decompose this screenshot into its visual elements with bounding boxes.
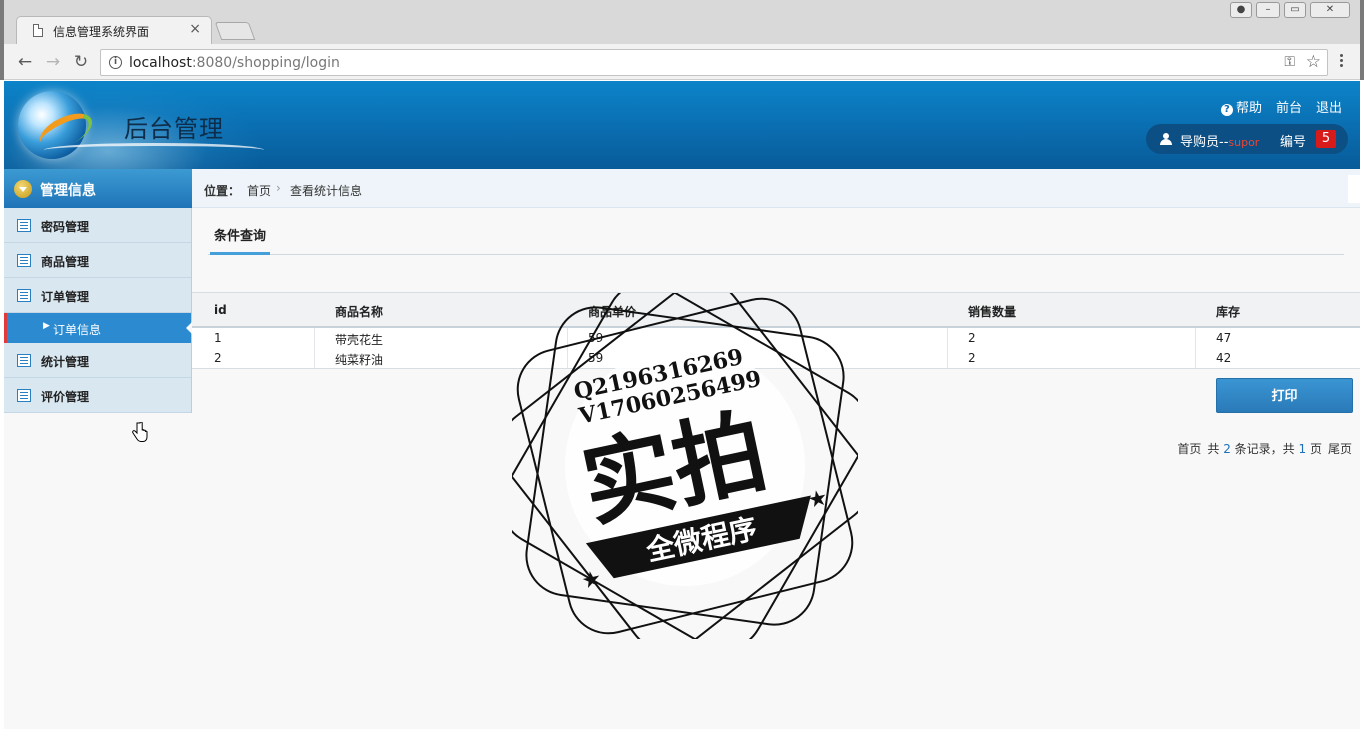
table-cell: 59: [588, 351, 604, 365]
tab-close-icon[interactable]: ×: [189, 21, 201, 37]
sidebar-item-orders[interactable]: 订单管理: [4, 278, 191, 313]
browser-menu-icon[interactable]: [1340, 52, 1346, 69]
sidebar-heading[interactable]: 管理信息: [4, 169, 192, 208]
tab-bar: 条件查询: [208, 227, 1344, 255]
column-header[interactable]: id: [214, 303, 227, 317]
list-icon: [17, 254, 31, 267]
browser-tab[interactable]: 信息管理系统界面 ×: [16, 16, 212, 44]
table-cell: 带壳花生: [335, 333, 384, 347]
user-info: 导购员--supor 编号 5: [1146, 124, 1348, 154]
table-cell: 纯菜籽油: [335, 353, 384, 367]
username: supor: [1228, 136, 1260, 149]
table-cell: 2: [214, 351, 222, 365]
last-page-link[interactable]: 尾页: [1328, 440, 1352, 457]
bookmark-star-icon[interactable]: ☆: [1306, 52, 1321, 72]
sidebar-item-reviews[interactable]: 评价管理: [4, 378, 191, 413]
forward-arrow-icon[interactable]: →: [42, 51, 64, 73]
help-link[interactable]: ? 帮助: [1220, 97, 1262, 116]
tab-condition-query[interactable]: 条件查询: [210, 227, 271, 255]
user-number-badge: 5: [1316, 130, 1336, 148]
table-cell: 47: [1216, 331, 1232, 345]
front-link[interactable]: 前台: [1276, 97, 1302, 116]
table-cell: 1: [214, 331, 222, 345]
app-title: 后台管理: [124, 115, 224, 143]
reload-icon[interactable]: ↻: [70, 51, 92, 73]
browser-toolbar: ← → ↻ i localhost:8080/shopping/login ⚿ …: [4, 44, 1360, 80]
sidebar-subitem-order-info[interactable]: ▶ 订单信息: [4, 313, 192, 343]
table-row[interactable]: 1 带壳花生 59 2 47: [192, 328, 1360, 348]
maximize-button[interactable]: ▭: [1284, 2, 1306, 18]
page-icon: [33, 24, 43, 37]
sidebar-item-statistics[interactable]: 统计管理: [4, 343, 191, 378]
table-header: id 商品名称 商品单价 销售数量 库存: [192, 293, 1360, 328]
table-cell: 42: [1216, 351, 1232, 365]
first-page-link[interactable]: 首页: [1177, 440, 1201, 457]
table-cell: 2: [968, 351, 976, 365]
list-icon: [17, 219, 31, 232]
user-number-label: 编号: [1280, 135, 1307, 150]
url-text: localhost:8080/shopping/login: [129, 55, 340, 71]
breadcrumb-current: 查看统计信息: [290, 184, 363, 198]
stats-table: id 商品名称 商品单价 销售数量 库存 1 带壳花生 59 2 47 2 纯菜…: [192, 292, 1360, 368]
hand-cursor-icon: [132, 422, 148, 442]
new-tab-button[interactable]: [214, 22, 256, 40]
breadcrumb-label: 位置：: [204, 184, 241, 198]
tab-strip: 信息管理系统界面 × ● – ▭ ✕: [4, 0, 1360, 44]
sidebar-item-password[interactable]: 密码管理: [4, 208, 191, 243]
app-window: 后台管理 ? 帮助 前台 退出 导购员--supor 编号 5 管理信息 密码管理…: [4, 81, 1360, 729]
window-controls: ● – ▭ ✕: [1230, 2, 1350, 20]
list-icon: [17, 389, 31, 402]
breadcrumb: 位置： 首页 › 查看统计信息: [192, 169, 1360, 208]
table-cell: 59: [588, 331, 604, 345]
key-icon[interactable]: ⚿: [1284, 54, 1295, 70]
breadcrumb-separator-icon: ›: [276, 181, 281, 195]
browser-chrome: 信息管理系统界面 × ● – ▭ ✕ ← → ↻ i localhost:808…: [0, 0, 1364, 80]
breadcrumb-home[interactable]: 首页: [247, 182, 271, 199]
table-row[interactable]: 2 纯菜籽油 59 2 42: [192, 348, 1360, 368]
chevron-down-icon: [14, 180, 32, 198]
table-cell: 2: [968, 331, 976, 345]
sidebar-item-products[interactable]: 商品管理: [4, 243, 191, 278]
main-content: 位置： 首页 › 查看统计信息 条件查询 id 商品名称 商品单价 销售数量 库…: [192, 169, 1360, 729]
column-header[interactable]: 销售数量: [968, 303, 1016, 320]
help-icon: ?: [1220, 104, 1233, 116]
total-records: 共 2 条记录，共 1 页: [1207, 442, 1322, 456]
caret-right-icon: ▶: [43, 321, 50, 331]
address-bar[interactable]: i localhost:8080/shopping/login ⚿ ☆: [100, 49, 1328, 76]
sidebar-menu: 密码管理 商品管理 订单管理 ▶ 订单信息 统计管理 评价管理: [4, 208, 192, 413]
user-icon: [1160, 133, 1172, 145]
list-icon: [17, 354, 31, 367]
logout-link[interactable]: 退出: [1316, 97, 1342, 116]
header-links: ? 帮助 前台 退出: [1220, 97, 1342, 116]
app-header: 后台管理 ? 帮助 前台 退出 导购员--supor 编号 5: [4, 81, 1360, 169]
column-header[interactable]: 商品名称: [335, 303, 383, 320]
list-icon: [17, 289, 31, 302]
minimize-button[interactable]: –: [1256, 2, 1280, 18]
tab-title: 信息管理系统界面: [53, 25, 150, 39]
profile-icon[interactable]: ●: [1230, 2, 1252, 18]
user-role: 导购员--supor: [1180, 135, 1260, 150]
column-header[interactable]: 商品单价: [588, 303, 636, 320]
pagination: 首页 共 2 条记录，共 1 页 尾页: [1177, 440, 1352, 457]
print-button[interactable]: 打印: [1216, 378, 1353, 413]
back-arrow-icon[interactable]: ←: [14, 51, 36, 73]
sidebar: 管理信息 密码管理 商品管理 订单管理 ▶ 订单信息 统计管理 评价管理: [4, 169, 192, 729]
close-window-button[interactable]: ✕: [1310, 2, 1350, 18]
info-icon[interactable]: i: [109, 56, 122, 69]
column-header[interactable]: 库存: [1216, 303, 1240, 320]
